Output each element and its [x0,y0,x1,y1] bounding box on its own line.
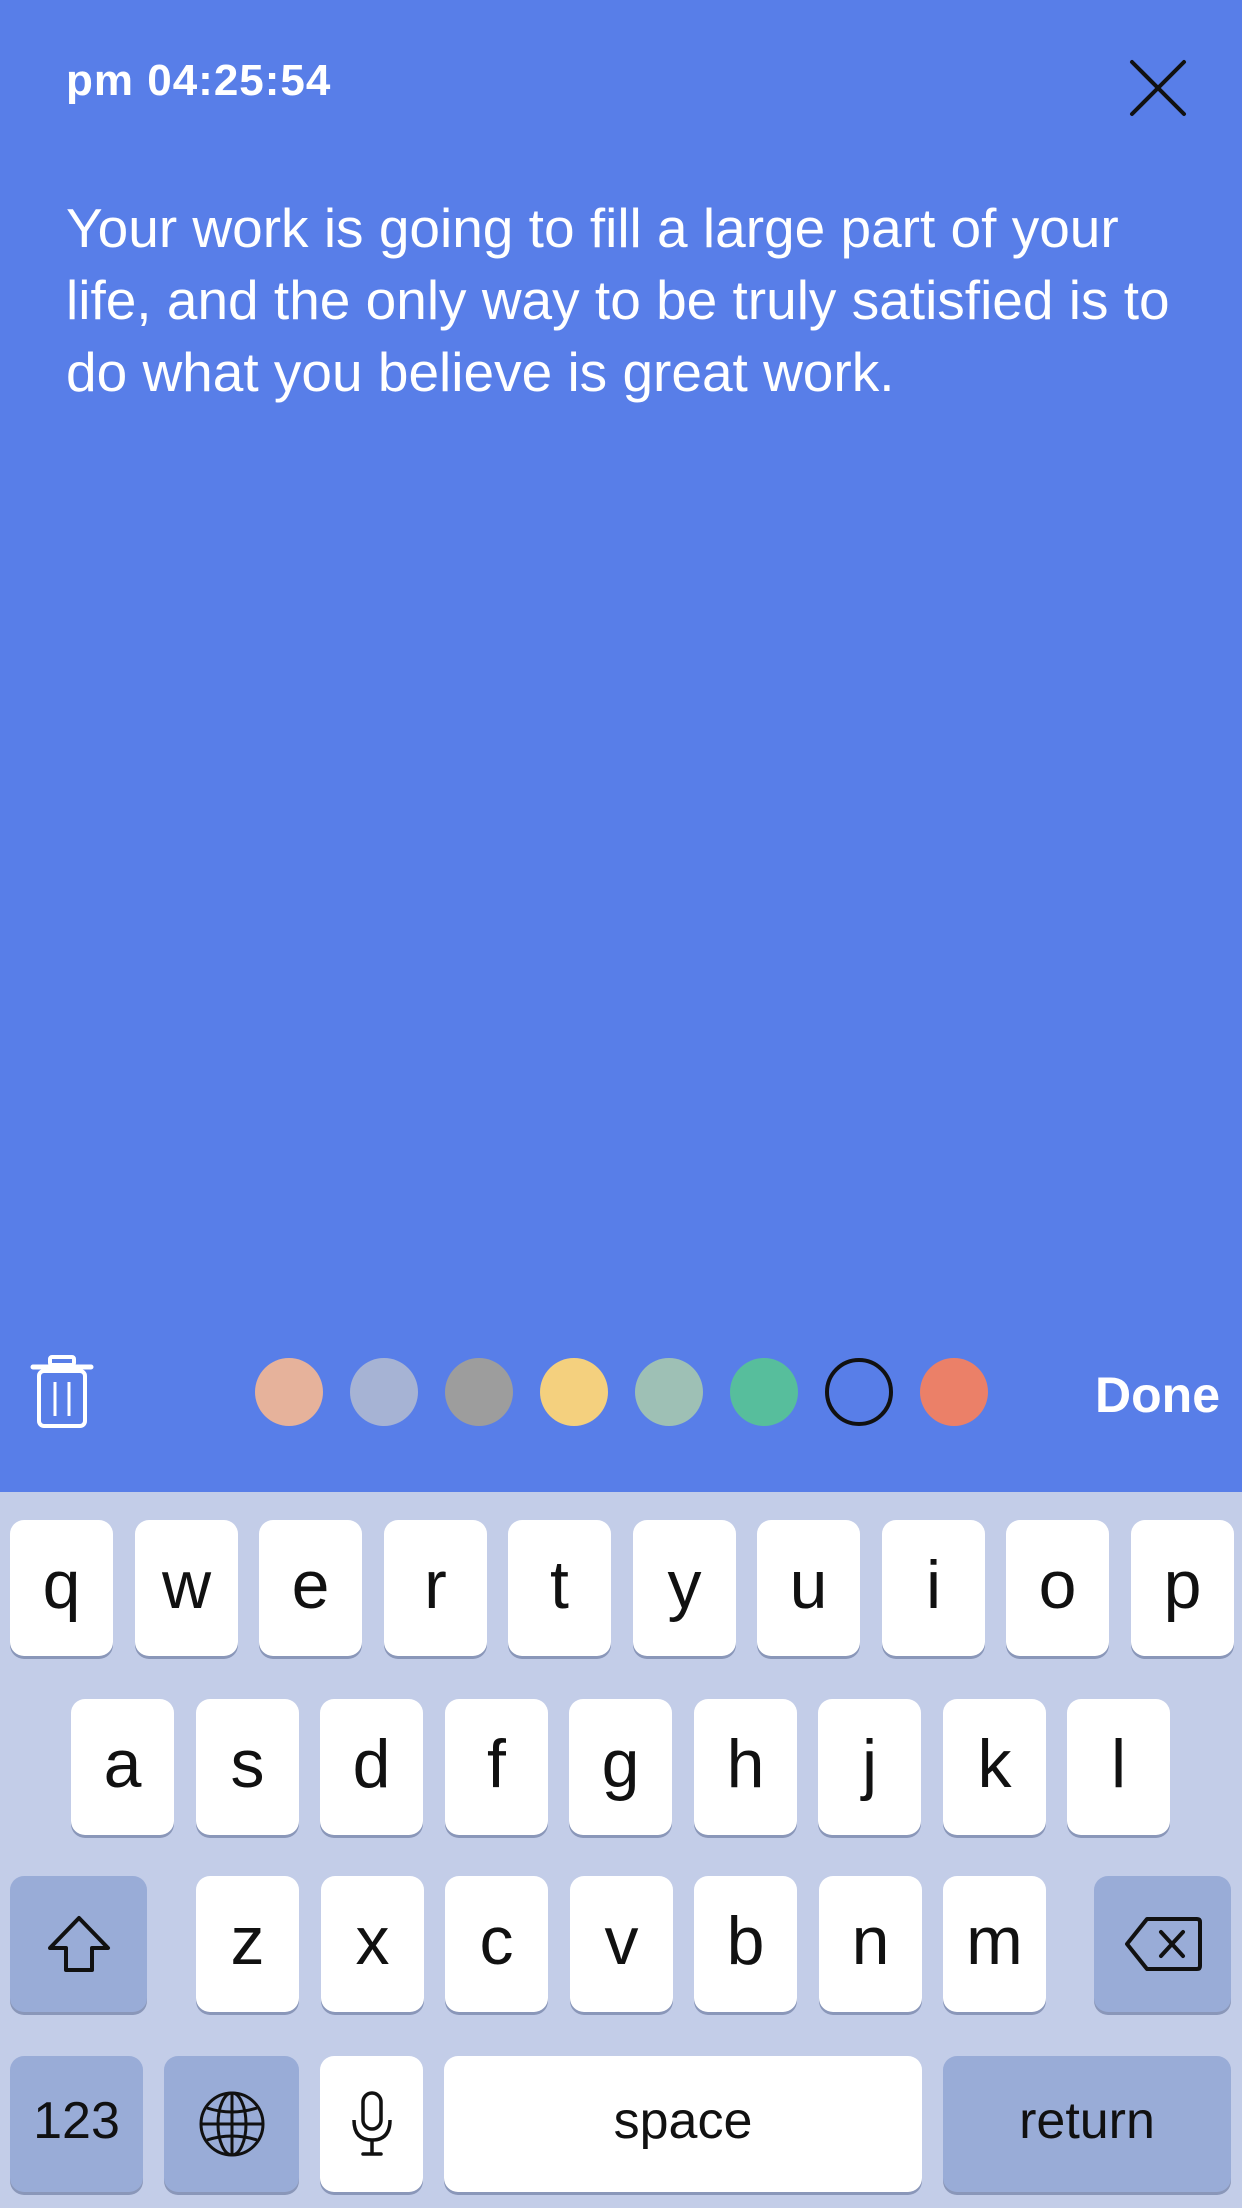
key-m[interactable]: m [943,1876,1046,2012]
delete-icon [1124,1917,1202,1971]
key-p[interactable]: p [1131,1520,1234,1656]
key-w[interactable]: w [135,1520,238,1656]
key-d[interactable]: d [320,1699,423,1835]
key-label: t [550,1547,569,1623]
key-g[interactable]: g [569,1699,672,1835]
timestamp: pm 04:25:54 [66,56,332,105]
key-j[interactable]: j [818,1699,921,1835]
key-label: g [601,1726,640,1802]
key-y[interactable]: y [633,1520,736,1656]
key-label: w [161,1547,212,1623]
key-z[interactable]: z [196,1876,299,2012]
key-h[interactable]: h [694,1699,797,1835]
key-c[interactable]: c [445,1876,548,2012]
key-b[interactable]: b [694,1876,797,2012]
microphone-key[interactable] [320,2056,423,2192]
color-swatch[interactable] [445,1358,513,1426]
space-key-label: space [613,2092,753,2150]
key-label: u [789,1547,828,1623]
key-label: o [1038,1547,1077,1623]
color-swatch[interactable] [540,1358,608,1426]
color-swatch[interactable] [825,1358,893,1426]
key-label: k [977,1726,1012,1802]
color-swatch[interactable] [350,1358,418,1426]
key-label: z [230,1903,265,1979]
key-label: p [1163,1547,1202,1623]
key-label: h [726,1726,765,1802]
key-label: b [726,1903,765,1979]
key-s[interactable]: s [196,1699,299,1835]
delete-note-button[interactable] [30,1354,94,1430]
key-label: x [355,1903,390,1979]
return-key-label: return [1019,2092,1155,2150]
key-label: a [103,1726,142,1802]
note-text[interactable]: Your work is going to fill a large part … [66,192,1196,408]
color-swatch-picker [255,1358,988,1428]
key-label: i [925,1547,942,1623]
key-l[interactable]: l [1067,1699,1170,1835]
key-q[interactable]: q [10,1520,113,1656]
key-label: y [667,1547,702,1623]
key-t[interactable]: t [508,1520,611,1656]
trash-icon [30,1355,94,1428]
shift-icon [47,1916,110,1972]
key-x[interactable]: x [321,1876,424,2012]
key-label: m [966,1903,1023,1979]
key-e[interactable]: e [259,1520,362,1656]
keyboard: 123 space return q w e r t y u i o p a s d f … [0,1492,1242,2208]
key-label: s [230,1726,265,1802]
key-i[interactable]: i [882,1520,985,1656]
key-k[interactable]: k [943,1699,1046,1835]
color-swatch[interactable] [255,1358,323,1426]
key-n[interactable]: n [819,1876,922,2012]
key-o[interactable]: o [1006,1520,1109,1656]
key-label: j [861,1726,878,1802]
key-u[interactable]: u [757,1520,860,1656]
color-swatch[interactable] [635,1358,703,1426]
globe-key[interactable] [164,2056,299,2192]
key-v[interactable]: v [570,1876,673,2012]
globe-icon [199,2091,264,2157]
close-button[interactable] [1122,52,1194,124]
key-label: d [352,1726,391,1802]
key-label: v [604,1903,639,1979]
key-a[interactable]: a [71,1699,174,1835]
key-label: q [42,1547,81,1623]
key-label: c [479,1903,514,1979]
key-label: e [291,1547,330,1623]
key-r[interactable]: r [384,1520,487,1656]
key-f[interactable]: f [445,1699,548,1835]
space-key[interactable]: space [444,2056,922,2192]
key-label: l [1110,1726,1127,1802]
shift-key[interactable] [10,1876,147,2012]
key-label: f [487,1726,506,1802]
color-swatch[interactable] [730,1358,798,1426]
key-label: r [424,1547,447,1623]
close-icon [1130,60,1186,116]
editor-area[interactable]: pm 04:25:54 Your work is going to fill a… [0,0,1242,1492]
done-button[interactable]: Done [1060,1366,1220,1424]
return-key[interactable]: return [943,2056,1231,2192]
note-editor-screen: pm 04:25:54 Your work is going to fill a… [0,0,1242,2208]
numbers-key[interactable]: 123 [10,2056,143,2192]
key-label: n [851,1903,890,1979]
microphone-icon [351,2091,392,2156]
numbers-key-label: 123 [33,2092,120,2150]
color-swatch[interactable] [920,1358,988,1426]
delete-key[interactable] [1094,1876,1231,2012]
